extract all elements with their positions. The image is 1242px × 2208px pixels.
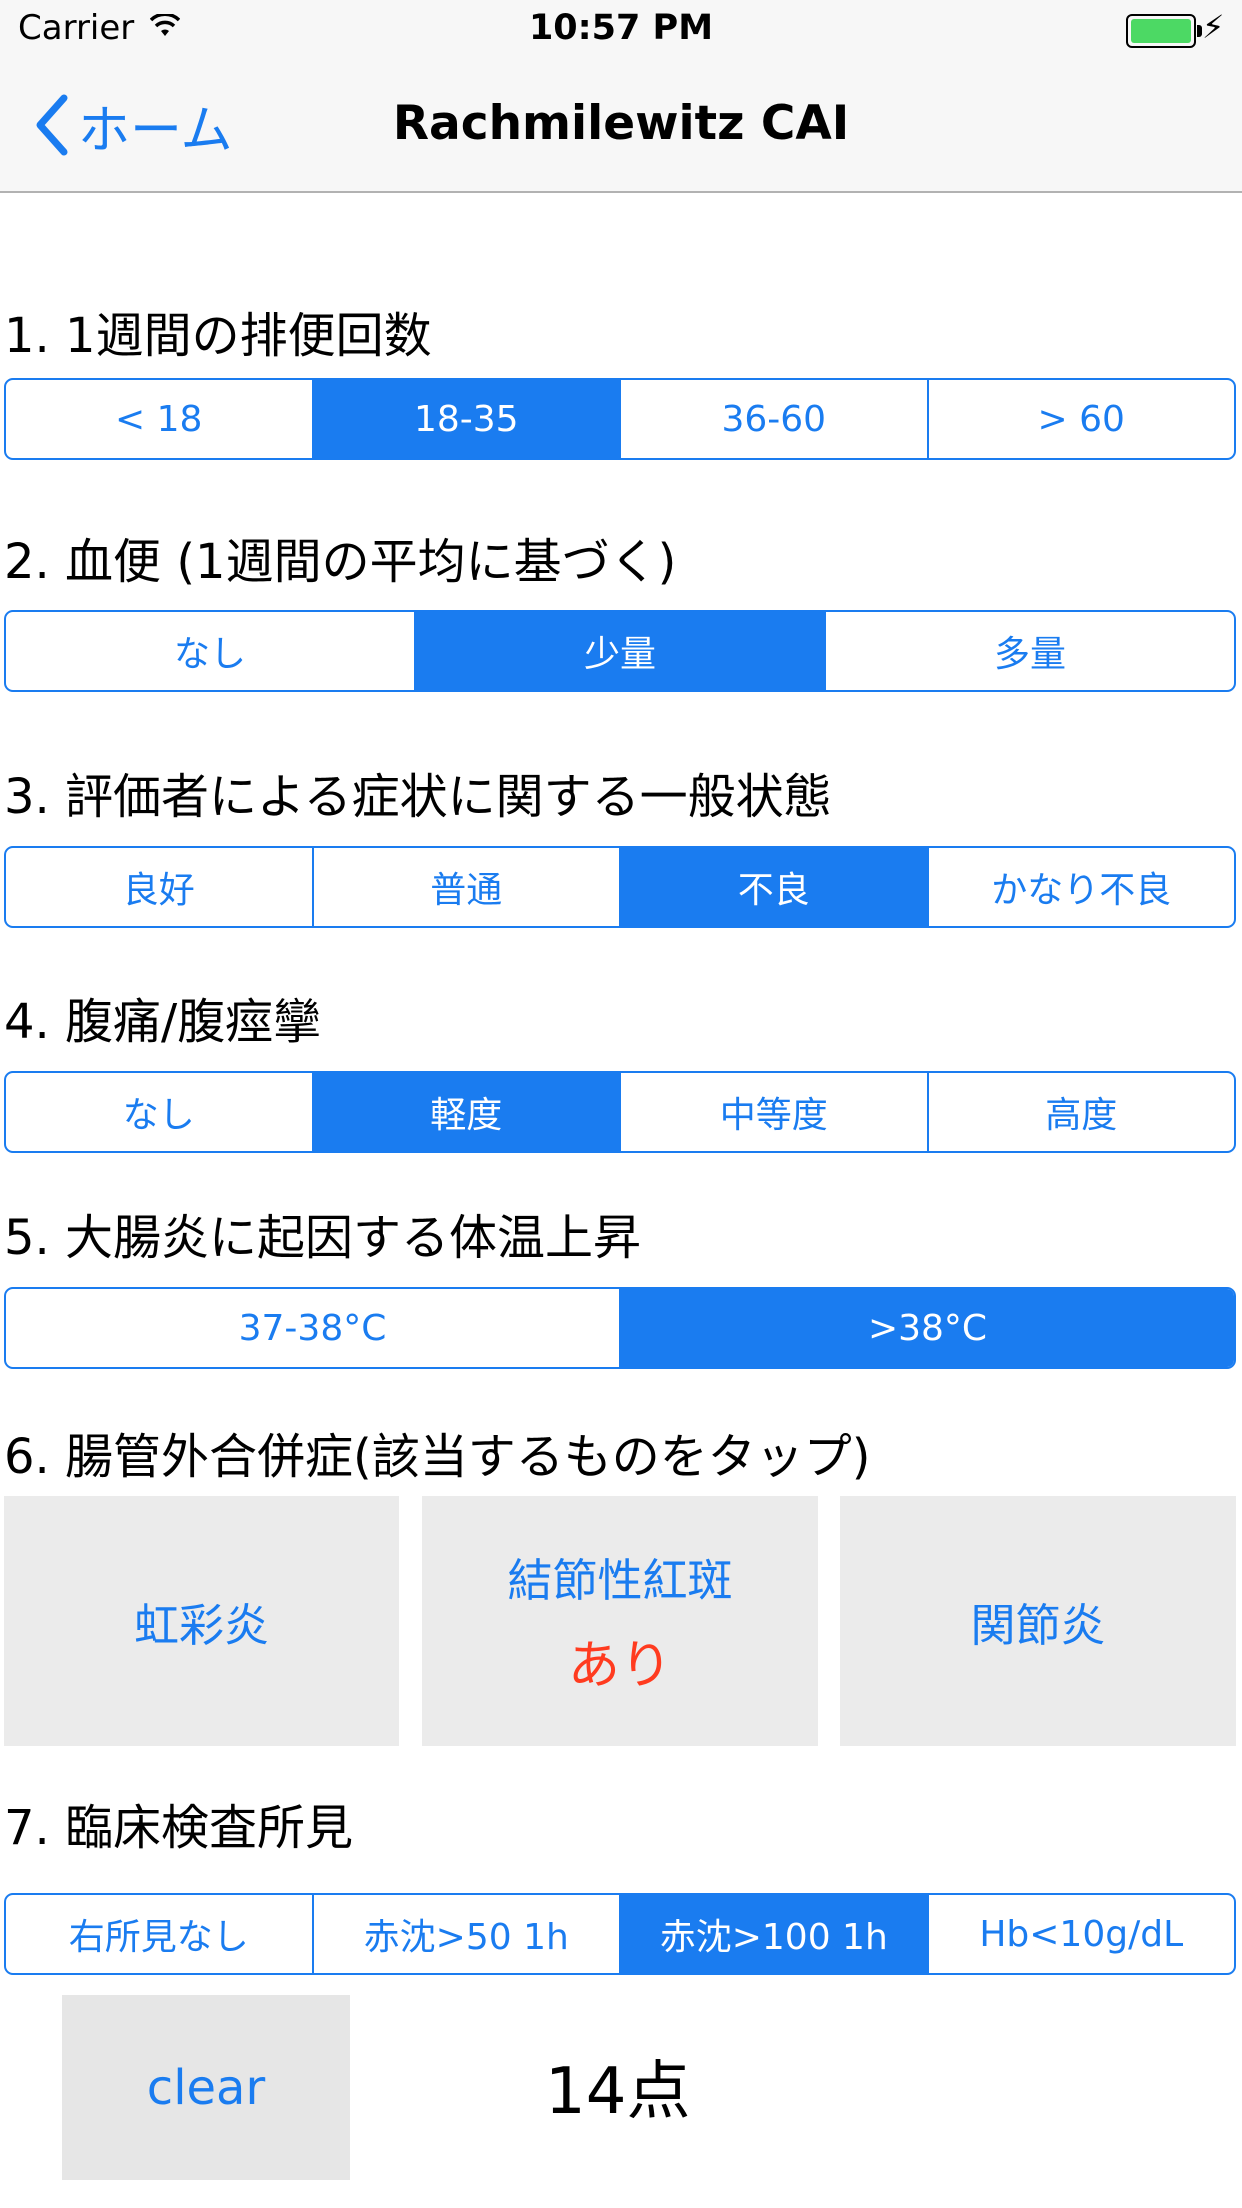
tile-label: 虹彩炎 bbox=[133, 1598, 269, 1652]
segment-option[interactable]: >38°C bbox=[621, 1289, 1234, 1367]
segment-option[interactable]: 赤沈>100 1h bbox=[621, 1895, 929, 1973]
segment-option[interactable]: 18-35 bbox=[313, 380, 621, 458]
segment-option[interactable]: > 60 bbox=[929, 380, 1235, 458]
segment-option[interactable]: 普通 bbox=[314, 848, 621, 926]
segment-option[interactable]: 少量 bbox=[416, 612, 826, 690]
segment-option[interactable]: 多量 bbox=[826, 612, 1234, 690]
question-6-label: 6. 腸管外合併症(該当するものをタップ) bbox=[4, 1429, 871, 1485]
question-7-label: 7. 臨床検査所見 bbox=[4, 1800, 354, 1856]
battery-icon bbox=[1126, 14, 1202, 48]
segment-option[interactable]: Hb<10g/dL bbox=[929, 1895, 1235, 1973]
segment-option[interactable]: 中等度 bbox=[621, 1073, 929, 1151]
segment-option[interactable]: かなり不良 bbox=[929, 848, 1235, 926]
segment-option[interactable]: なし bbox=[6, 612, 416, 690]
question-1-segmented-control: < 18 18-35 36-60 > 60 bbox=[4, 378, 1236, 460]
segment-option[interactable]: 高度 bbox=[929, 1073, 1235, 1151]
segment-option[interactable]: < 18 bbox=[6, 380, 314, 458]
page-title: Rachmilewitz CAI bbox=[392, 96, 850, 151]
question-7-segmented-control: 右所見なし 赤沈>50 1h 赤沈>100 1h Hb<10g/dL bbox=[4, 1893, 1236, 1975]
charging-icon: ⚡ bbox=[1202, 8, 1225, 46]
question-2-label: 2. 血便 (1週間の平均に基づく) bbox=[4, 534, 677, 590]
question-4-label: 4. 腹痛/腹痙攣 bbox=[4, 994, 322, 1050]
question-1-label: 1. 1週間の排便回数 bbox=[4, 308, 432, 364]
segment-option[interactable]: なし bbox=[6, 1073, 314, 1151]
question-3-segmented-control: 良好 普通 不良 かなり不良 bbox=[4, 846, 1236, 928]
clear-button[interactable]: clear bbox=[62, 1995, 350, 2180]
erythema-nodosum-toggle[interactable]: 結節性紅斑 あり bbox=[422, 1496, 818, 1746]
tile-label: 結節性紅斑 bbox=[507, 1554, 733, 1607]
iritis-toggle[interactable]: 虹彩炎 bbox=[4, 1496, 399, 1746]
question-4-segmented-control: なし 軽度 中等度 高度 bbox=[4, 1071, 1236, 1153]
status-time: 10:57 PM bbox=[528, 8, 714, 48]
segment-option[interactable]: 36-60 bbox=[621, 380, 929, 458]
tile-state-badge: あり bbox=[567, 1636, 672, 1696]
segment-option[interactable]: 37-38°C bbox=[6, 1289, 621, 1367]
question-3-label: 3. 評価者による症状に関する一般状態 bbox=[4, 769, 832, 825]
segment-option[interactable]: 赤沈>50 1h bbox=[314, 1895, 621, 1973]
question-5-segmented-control: 37-38°C >38°C bbox=[4, 1287, 1236, 1369]
question-5-label: 5. 大腸炎に起因する体温上昇 bbox=[4, 1210, 642, 1266]
segment-option[interactable]: 不良 bbox=[621, 848, 929, 926]
segment-option[interactable]: 軽度 bbox=[313, 1073, 621, 1151]
total-score: 14点 bbox=[545, 2055, 691, 2129]
tile-label: 関節炎 bbox=[970, 1598, 1106, 1652]
segment-option[interactable]: 良好 bbox=[6, 848, 314, 926]
question-2-segmented-control: なし 少量 多量 bbox=[4, 610, 1236, 692]
arthritis-toggle[interactable]: 関節炎 bbox=[840, 1496, 1236, 1746]
segment-option[interactable]: 右所見なし bbox=[6, 1895, 314, 1973]
